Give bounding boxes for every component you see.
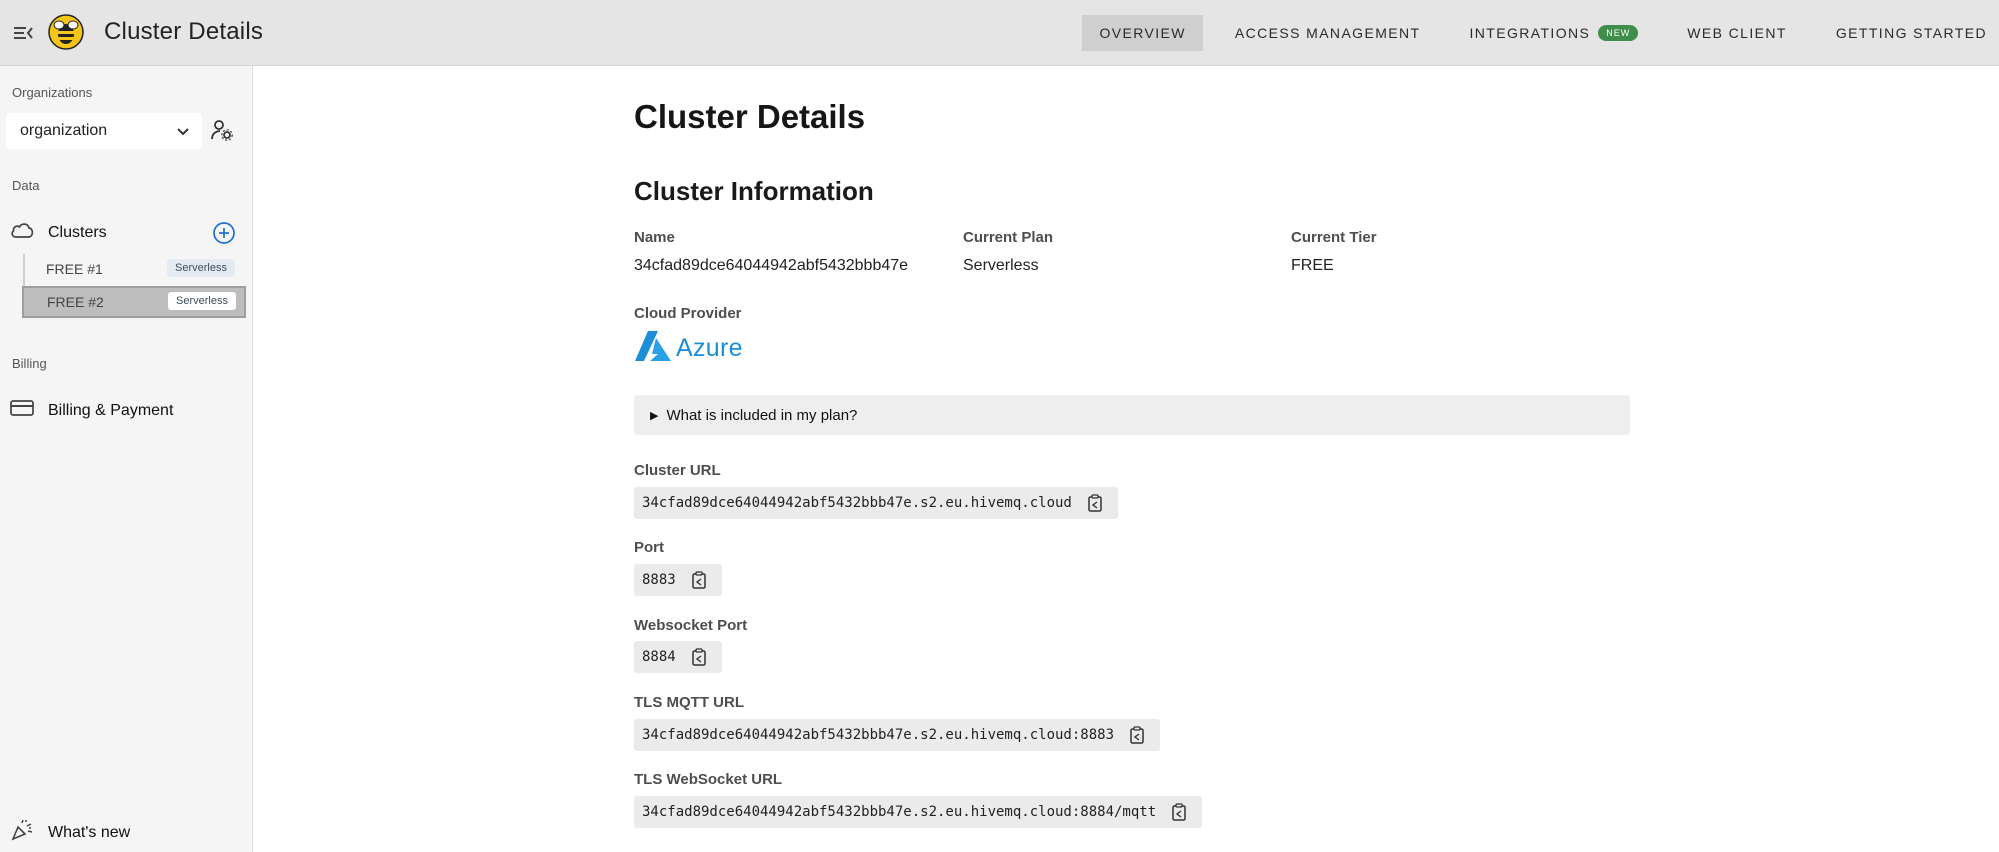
new-badge: NEW	[1598, 25, 1639, 41]
sidebar-item-billing-label: Billing & Payment	[48, 401, 174, 419]
tls-mqtt-url-field: 34cfad89dce64044942abf5432bbb47e.s2.eu.h…	[634, 719, 1161, 751]
top-nav: OVERVIEW ACCESS MANAGEMENT INTEGRATIONS …	[1067, 15, 1999, 51]
tab-overview-label: OVERVIEW	[1099, 25, 1186, 41]
tab-getting-started[interactable]: GETTING STARTED	[1819, 15, 1999, 51]
provider-name: Azure	[676, 334, 743, 362]
tls-mqtt-url-label: TLS MQTT URL	[634, 694, 744, 711]
tab-access-management-label: ACCESS MANAGEMENT	[1234, 25, 1421, 41]
chevron-down-icon	[176, 125, 190, 143]
sidebar-item-whats-new[interactable]: What's new	[10, 818, 130, 847]
organizations-label: Organizations	[12, 85, 93, 100]
bee-logo-icon[interactable]	[48, 14, 84, 50]
plan-details-summary: What is included in my plan?	[666, 406, 858, 424]
name-label: Name	[634, 229, 675, 246]
azure-logo-icon	[634, 330, 672, 367]
tab-web-client[interactable]: WEB CLIENT	[1670, 15, 1804, 51]
tls-mqtt-url-value: 34cfad89dce64044942abf5432bbb47e.s2.eu.h…	[642, 727, 1115, 743]
cloud-icon	[10, 221, 34, 244]
tab-integrations-label: INTEGRATIONS	[1469, 25, 1591, 41]
page-title: Cluster Details	[634, 98, 866, 135]
tab-getting-started-label: GETTING STARTED	[1835, 25, 1987, 41]
name-value: 34cfad89dce64044942abf5432bbb47e	[634, 257, 909, 274]
user-settings-icon[interactable]	[210, 118, 234, 147]
ws-port-label: Websocket Port	[634, 617, 748, 634]
plan-details-toggle[interactable]: ▶ What is included in my plan?	[634, 395, 1630, 435]
port-value: 8883	[642, 572, 676, 588]
cluster-item-label: FREE #2	[47, 294, 104, 310]
tab-web-client-label: WEB CLIENT	[1687, 25, 1787, 41]
organization-value: organization	[20, 122, 108, 139]
ws-port-field: 8884	[634, 641, 722, 673]
main-content: Cluster Details Cluster Information Name…	[254, 66, 1999, 852]
billing-label: Billing	[12, 356, 47, 371]
tab-overview[interactable]: OVERVIEW	[1082, 15, 1203, 51]
party-popper-icon	[10, 818, 34, 847]
cluster-item-free-2[interactable]: FREE #2 Serverless	[22, 286, 246, 318]
azure-logo: Azure	[634, 330, 743, 367]
tab-access-management[interactable]: ACCESS MANAGEMENT	[1218, 15, 1438, 51]
app-title: Cluster Details	[104, 18, 264, 45]
serverless-tag: Serverless	[168, 292, 236, 310]
copy-icon[interactable]	[1170, 803, 1188, 821]
cluster-url-value: 34cfad89dce64044942abf5432bbb47e.s2.eu.h…	[642, 495, 1072, 511]
serverless-tag: Serverless	[167, 259, 235, 277]
port-label: Port	[634, 539, 664, 556]
triangle-right-icon: ▶	[650, 409, 659, 422]
cluster-url-field: 34cfad89dce64044942abf5432bbb47e.s2.eu.h…	[634, 487, 1118, 519]
menu-collapse-icon[interactable]	[12, 22, 36, 44]
ws-port-value: 8884	[642, 649, 676, 665]
sidebar-item-clusters-label: Clusters	[48, 223, 107, 241]
tier-value: FREE	[1291, 257, 1334, 274]
tls-ws-url-label: TLS WebSocket URL	[634, 771, 783, 788]
sidebar-item-clusters[interactable]: Clusters	[10, 221, 107, 244]
data-label: Data	[12, 178, 40, 193]
tls-ws-url-field: 34cfad89dce64044942abf5432bbb47e.s2.eu.h…	[634, 796, 1203, 828]
sidebar-item-whats-new-label: What's new	[48, 823, 131, 841]
plan-label: Current Plan	[963, 229, 1054, 246]
sidebar: Organizations organization Data Clusters…	[0, 66, 253, 852]
cloud-provider-label: Cloud Provider	[634, 305, 742, 322]
section-title: Cluster Information	[634, 176, 874, 206]
copy-icon[interactable]	[690, 571, 708, 589]
cluster-item-label: FREE #1	[46, 261, 103, 277]
sidebar-item-billing[interactable]: Billing & Payment	[10, 399, 173, 422]
cluster-url-label: Cluster URL	[634, 462, 721, 479]
credit-card-icon	[10, 399, 34, 422]
port-field: 8883	[634, 564, 722, 596]
copy-icon[interactable]	[1086, 494, 1104, 512]
plan-value: Serverless	[963, 257, 1039, 274]
add-circle-icon[interactable]	[212, 221, 236, 250]
copy-icon[interactable]	[1128, 726, 1146, 744]
copy-icon[interactable]	[690, 648, 708, 666]
organization-select[interactable]: organization	[6, 113, 202, 149]
top-app-bar: Cluster Details OVERVIEW ACCESS MANAGEME…	[0, 0, 1999, 66]
tier-label: Current Tier	[1291, 229, 1377, 246]
tab-integrations[interactable]: INTEGRATIONS NEW	[1452, 15, 1655, 51]
tls-ws-url-value: 34cfad89dce64044942abf5432bbb47e.s2.eu.h…	[642, 804, 1157, 820]
cluster-item-free-1[interactable]: FREE #1 Serverless	[23, 254, 245, 284]
